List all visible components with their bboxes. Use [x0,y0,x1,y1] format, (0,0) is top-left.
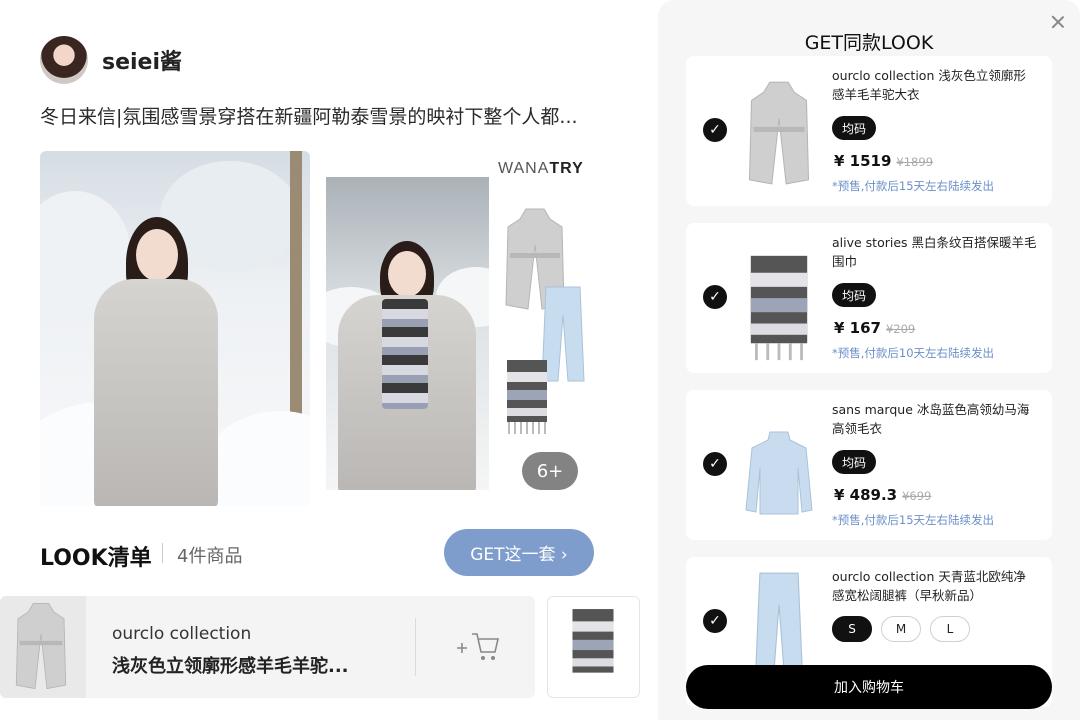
item-name: sans marque 冰岛蓝色高领幼马海高领毛衣 [832,402,1030,436]
product-card[interactable] [547,596,640,698]
presale-note: *预售,付款后15天左右陆续发出 [832,179,995,193]
list-item[interactable]: ✓ ourclo collection 浅灰色立领廓形感羊毛羊驼大衣 均码 ¥ … [686,56,1052,206]
presale-note: *预售,付款后15天左右陆续发出 [832,513,995,527]
checkbox-checked-icon[interactable]: ✓ [703,609,727,633]
product-thumbnail[interactable] [0,596,86,698]
item-price: ¥ 489.3 ¥699 [834,486,932,504]
product-name: 浅灰色立领廓形感羊毛羊驼... [112,656,349,677]
list-item[interactable]: ✓ sans marque 冰岛蓝色高领幼马海高领毛衣 均码 ¥ 489.3 ¥6… [686,390,1052,540]
checkbox-checked-icon[interactable]: ✓ [703,118,727,142]
more-images-badge[interactable]: 6+ [522,452,578,490]
scarf-image [750,255,808,361]
look-photo-secondary[interactable] [326,177,489,490]
checkbox-checked-icon[interactable]: ✓ [703,285,727,309]
size-chip[interactable]: 均码 [832,450,877,474]
brand-logo: WANATRY [498,160,584,177]
item-price: ¥ 1519 ¥1899 [834,152,934,170]
size-chip[interactable]: 均码 [832,116,877,140]
close-icon[interactable] [1050,14,1066,30]
original-price: ¥1899 [896,155,934,169]
size-option-l[interactable]: L [930,616,970,642]
original-price: ¥699 [902,489,932,503]
coat-image [748,81,810,185]
list-item[interactable]: ✓ alive stories 黑白条纹百搭保暖羊毛围巾 均码 ¥ 167 ¥20… [686,223,1052,373]
avatar[interactable] [40,36,88,84]
scarf-image [572,609,614,673]
original-price: ¥209 [885,322,916,336]
item-price: ¥ 167 ¥209 [834,319,916,337]
item-name: ourclo collection 天青蓝北欧纯净感宽松阔腿裤（早秋新品） [832,569,1026,603]
author-row[interactable]: seiei酱 [40,36,182,84]
look-item-count: 4件商品 [177,546,243,567]
size-option-m[interactable]: M [881,616,921,642]
size-option-s[interactable]: S [832,616,872,642]
add-to-cart-icon[interactable] [455,630,501,662]
coat-image [15,602,67,690]
size-chip[interactable]: 均码 [832,283,877,307]
get-look-sheet: GET同款LOOK ✓ ourclo collection 浅灰色立领廓形感羊毛… [658,0,1080,720]
sweater-image [745,431,813,515]
username[interactable]: seiei酱 [102,44,182,76]
scarf-flatlay-image [507,360,547,434]
add-to-cart-button[interactable]: 加入购物车 [686,665,1052,709]
presale-note: *预售,付款后10天左右陆续发出 [832,346,995,360]
item-name: alive stories 黑白条纹百搭保暖羊毛围巾 [832,235,1037,269]
sheet-title: GET同款LOOK [804,32,934,54]
product-brand: ourclo collection [112,624,252,644]
checkbox-checked-icon[interactable]: ✓ [703,452,727,476]
divider [415,618,416,676]
divider [162,543,163,563]
look-list-title: LOOK清单 [40,546,152,571]
post-description[interactable]: 冬日来信|氛围感雪景穿搭在新疆阿勒泰雪景的映衬下整个人都... [40,102,600,129]
look-photo-main[interactable] [40,151,310,506]
post-panel: seiei酱 冬日来信|氛围感雪景穿搭在新疆阿勒泰雪景的映衬下整个人都... W… [0,0,640,720]
get-set-button[interactable]: GET这一套 › [444,529,594,576]
item-name: ourclo collection 浅灰色立领廓形感羊毛羊驼大衣 [832,68,1026,102]
